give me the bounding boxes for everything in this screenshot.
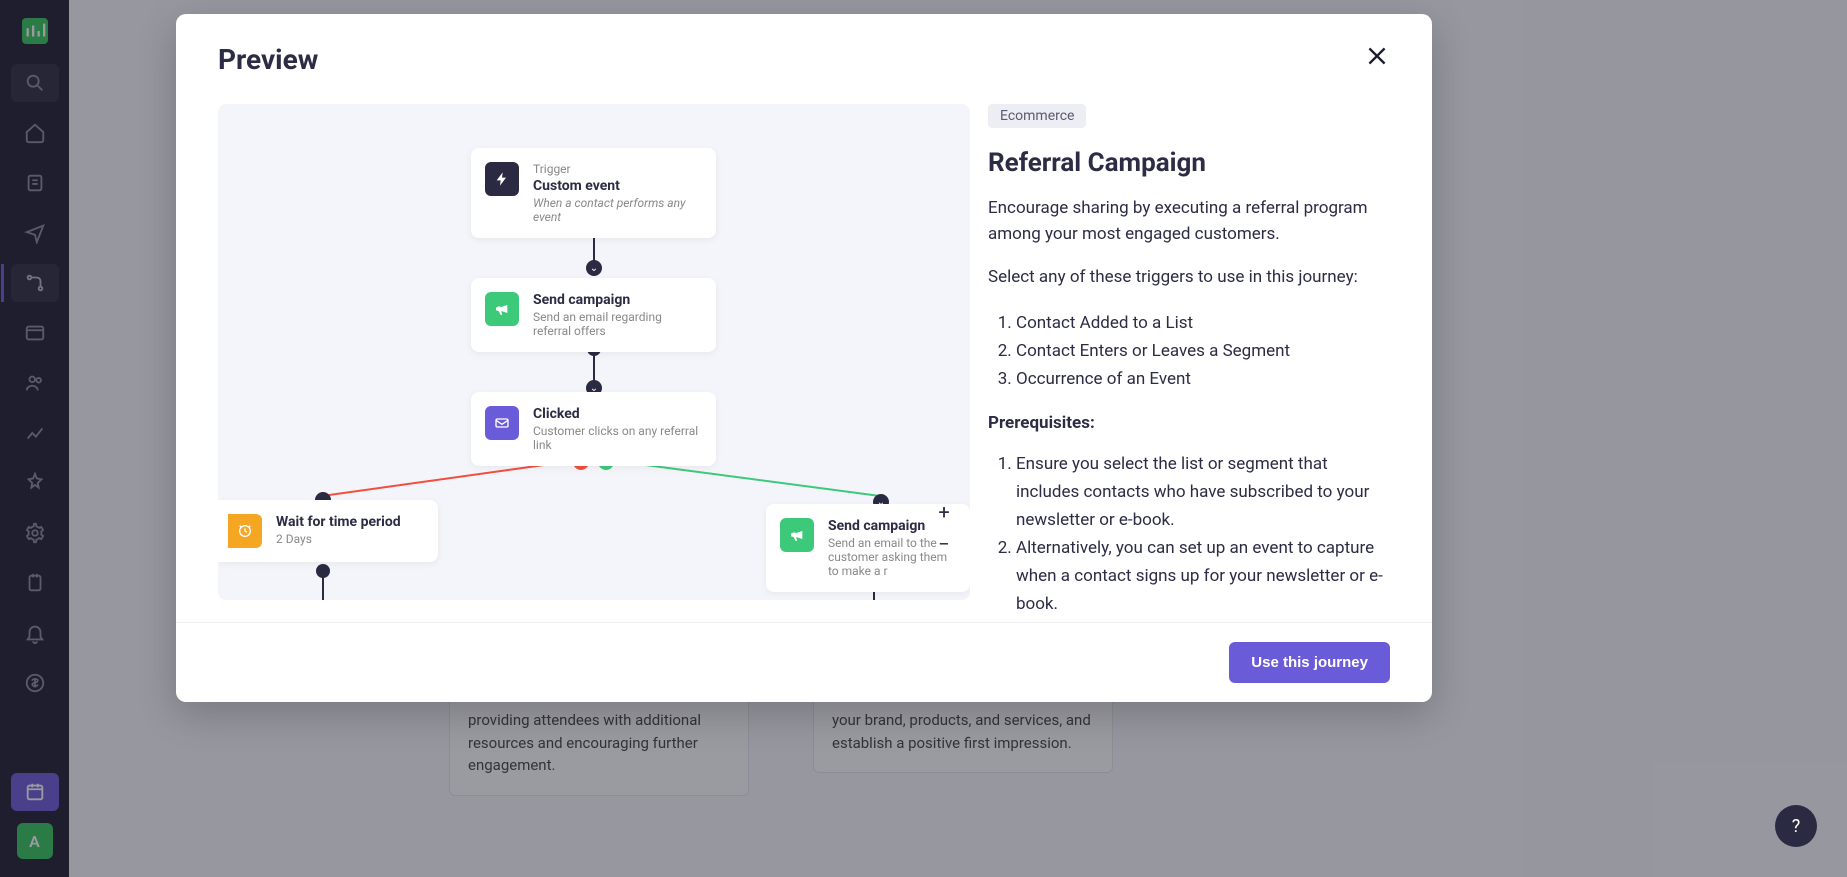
node-subtitle: Send an email regarding referral offers: [533, 310, 702, 338]
prereq-item: Alternatively, you can set up an event t…: [1016, 534, 1386, 618]
node-subtitle: Customer clicks on any referral link: [533, 424, 702, 452]
modal-title: Preview: [218, 43, 318, 76]
trigger-intro: Select any of these triggers to use in t…: [988, 265, 1386, 291]
modal-footer: Use this journey: [176, 622, 1432, 702]
connector-line: [322, 574, 324, 600]
preview-modal: Preview ⌄ ⌄ ✕ ✓ ⌄ ⌄: [176, 14, 1432, 702]
node-title: Custom event: [533, 178, 702, 194]
clock-icon: [228, 514, 262, 548]
modal-header: Preview: [176, 14, 1432, 104]
mail-icon: [485, 406, 519, 440]
trigger-item: Contact Added to a List: [1016, 309, 1386, 337]
zoom-controls: + −: [932, 500, 956, 556]
help-button[interactable]: ?: [1775, 805, 1817, 847]
journey-title: Referral Campaign: [988, 148, 1386, 178]
close-button[interactable]: [1364, 43, 1390, 75]
node-subtitle: When a contact performs any event: [533, 196, 702, 224]
node-title: Send campaign: [533, 292, 702, 308]
journey-canvas[interactable]: ⌄ ⌄ ✕ ✓ ⌄ ⌄ Trigger Custom event When a …: [218, 104, 970, 600]
trigger-item: Occurrence of an Event: [1016, 365, 1386, 393]
zoom-out-button[interactable]: −: [932, 532, 956, 556]
journey-description: Encourage sharing by executing a referra…: [988, 196, 1386, 247]
megaphone-icon: [780, 518, 814, 552]
node-send-campaign[interactable]: Send campaign Send an email regarding re…: [471, 278, 716, 352]
node-trigger[interactable]: Trigger Custom event When a contact perf…: [471, 148, 716, 238]
chevron-down-icon: ⌄: [586, 260, 602, 276]
trigger-item: Contact Enters or Leaves a Segment: [1016, 337, 1386, 365]
details-panel[interactable]: Ecommerce Referral Campaign Encourage sh…: [988, 104, 1414, 622]
node-subtitle: 2 Days: [276, 532, 424, 546]
prereq-item: Ensure you select the list or segment th…: [1016, 450, 1386, 534]
prereq-list: Ensure you select the list or segment th…: [988, 450, 1386, 618]
megaphone-icon: [485, 292, 519, 326]
prereq-heading: Prerequisites:: [988, 411, 1386, 437]
node-title: Clicked: [533, 406, 702, 422]
node-eyebrow: Trigger: [533, 162, 702, 176]
trigger-list: Contact Added to a List Contact Enters o…: [988, 309, 1386, 393]
node-wait[interactable]: Wait for time period 2 Days: [218, 500, 438, 562]
use-journey-button[interactable]: Use this journey: [1229, 642, 1390, 683]
category-tag: Ecommerce: [988, 104, 1086, 128]
zoom-in-button[interactable]: +: [932, 500, 956, 524]
node-clicked[interactable]: Clicked Customer clicks on any referral …: [471, 392, 716, 466]
node-title: Wait for time period: [276, 514, 424, 530]
lightning-icon: [485, 162, 519, 196]
